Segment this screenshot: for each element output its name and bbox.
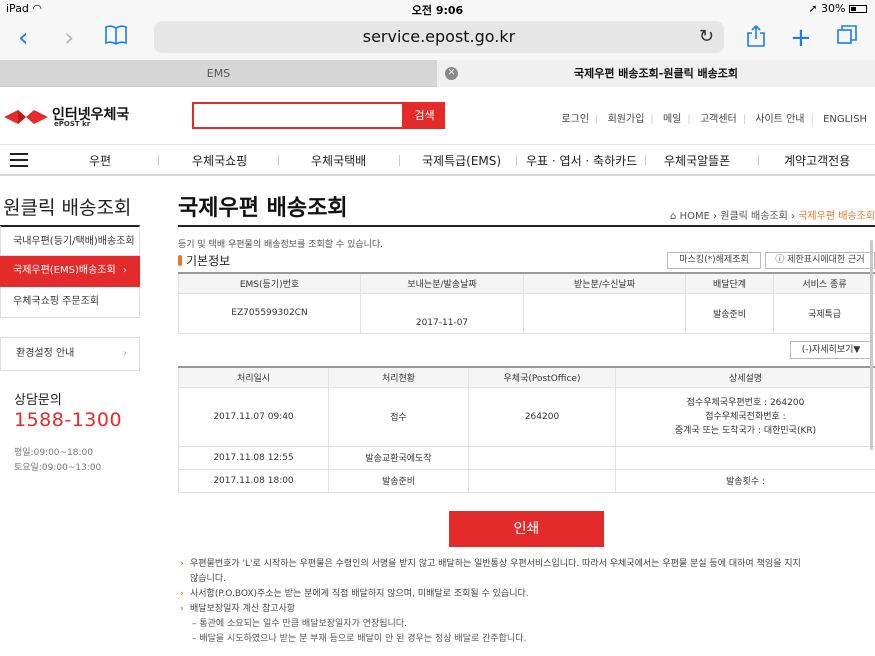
col-postoffice: 우체국(PostOffice): [468, 366, 616, 388]
receive-date: [523, 292, 686, 334]
nav-item-mail[interactable]: 우편: [89, 152, 111, 169]
tab-bar: EMS ✕ 국제우편 배송조회-원클릭 배송조회: [0, 60, 875, 87]
scrollbar[interactable]: [870, 240, 873, 450]
page-title: 국제우편 배송조회: [178, 196, 348, 221]
battery: ➚ 30%: [808, 2, 867, 15]
tab-tracking-label: 국제우편 배송조회-원클릭 배송조회: [573, 67, 739, 80]
browser-toolbar: ‹ › service.epost.go.kr ↻ +: [0, 18, 875, 60]
clock: 오전 9:06: [411, 4, 464, 17]
search-input[interactable]: [192, 102, 404, 129]
cs-hours-weekday: 평일:09:00~18:00: [14, 448, 94, 458]
nav-item-contract[interactable]: 계약고객전용: [784, 152, 850, 169]
settings-guide-link[interactable]: 환경설정 안내 ›: [0, 337, 140, 371]
search-button[interactable]: 검색: [404, 102, 445, 129]
section-title: 기본정보: [178, 252, 230, 269]
table-row: EZ705599302CN 2017-11-07 발송준비 국제특급: [178, 292, 875, 334]
breadcrumb-current: 국제우편 배송조회: [798, 211, 875, 222]
close-tab-icon[interactable]: ✕: [445, 67, 458, 80]
note-item: 사서함(P.O.BOX)주소는 받는 분에게 직접 배달하지 않으며, 미배달로…: [180, 587, 860, 602]
chevron-right-icon: ›: [123, 348, 127, 359]
nav-item-parcel[interactable]: 우체국택배: [311, 152, 366, 169]
tabs-icon[interactable]: [836, 24, 858, 52]
nav-item-shopping[interactable]: 우체국쇼핑: [192, 152, 247, 169]
breadcrumb-home[interactable]: HOME: [680, 211, 710, 222]
table-row: 2017.11.08 12:55 발송교환국에도착: [178, 445, 875, 470]
cs-title: 상담문의: [14, 393, 62, 408]
new-tab-icon[interactable]: +: [790, 24, 812, 52]
delivery-stage: 발송준비: [685, 292, 774, 334]
table-row: 2017.11.07 09:40 접수 264200 접수우체국우편번호 : 2…: [178, 386, 875, 447]
detail-table: 처리일시 처리현황 우체국(PostOffice) 상세설명 2017.11.0…: [178, 366, 875, 493]
url-text: service.epost.go.kr: [362, 27, 516, 46]
home-icon: ⌂: [670, 211, 677, 222]
sidebar-item-domestic[interactable]: 국내우편(등기/택배)배송조회: [0, 225, 140, 256]
note-item: 배달보장일자 계산 참고사항: [180, 602, 860, 617]
english-link[interactable]: ENGLISH: [823, 114, 867, 125]
bookmarks-icon[interactable]: [104, 24, 128, 54]
detail-toggle-button[interactable]: (-)자세히보기▼: [790, 341, 872, 359]
col-datetime: 처리일시: [178, 366, 329, 388]
share-icon[interactable]: [746, 24, 766, 55]
mail-link[interactable]: 메일: [663, 114, 681, 125]
nav-item-ems[interactable]: 국제특급(EMS): [422, 152, 501, 169]
cs-phone: 1588-1300: [14, 409, 123, 431]
top-links: 로그인 | 회원가입 | 메일 | 고객센터 | 사이트 안내 | ENGLISH: [561, 114, 867, 125]
col-ems-number: EMS(등기)번호: [178, 272, 361, 294]
service-type: 국제특급: [773, 292, 875, 334]
location-icon: ➚: [808, 2, 818, 15]
table-row: 2017.11.08 18:00 발송준비 발송횟수 :: [178, 468, 875, 493]
col-receiver: 받는분/수신날짜: [523, 272, 686, 294]
restriction-info-button[interactable]: ⓘ 제한표시에대한 근거: [765, 252, 875, 269]
sidebar-item-ems[interactable]: 국제우편(EMS)배송조회 ›: [0, 256, 140, 287]
main-nav: 우편 우체국쇼핑 우체국택배 국제특급(EMS) 우표 · 엽서 · 축하카드 …: [0, 144, 875, 176]
back-icon[interactable]: ‹: [18, 24, 28, 52]
reload-icon[interactable]: ↻: [699, 21, 714, 53]
nav-item-mobile[interactable]: 우체국알뜰폰: [664, 152, 730, 169]
sidebar-title: 원클릭 배송조회: [3, 197, 132, 219]
col-sender: 보내는분/발송날짜: [360, 272, 524, 294]
epost-logo-icon: [4, 110, 48, 124]
tab-tracking[interactable]: ✕ 국제우편 배송조회-원클릭 배송조회: [437, 60, 875, 87]
address-bar[interactable]: service.epost.go.kr ↻: [154, 21, 724, 53]
send-date: 2017-11-07: [360, 292, 524, 334]
col-service: 서비스 종류: [773, 272, 875, 294]
customer-center-link[interactable]: 고객센터: [700, 114, 737, 125]
nav-item-stamps[interactable]: 우표 · 엽서 · 축하카드: [526, 152, 637, 169]
print-button[interactable]: 인쇄: [449, 511, 604, 547]
notes: 우편물번호가 'L'로 시작하는 우편물은 수령인의 서명을 받지 않고 배달하…: [180, 557, 860, 647]
tab-ems[interactable]: EMS: [0, 60, 437, 87]
col-status: 처리현황: [328, 366, 469, 388]
sidebar-menu: 국내우편(등기/택배)배송조회 국제우편(EMS)배송조회 › 우체국쇼핑 주문조…: [0, 225, 140, 318]
sidebar-item-shopping[interactable]: 우체국쇼핑 주문조회: [0, 287, 140, 318]
status-bar: iPad ◠ 오전 9:06 ➚ 30%: [0, 0, 875, 18]
note-continuation: 않습니다.: [190, 574, 226, 584]
breadcrumb: ⌂ HOME › 원클릭 배송조회 › 국제우편 배송조회: [670, 211, 875, 222]
login-link[interactable]: 로그인: [561, 114, 589, 125]
note-item: 우편물번호가 'L'로 시작하는 우편물은 수령인의 서명을 받지 않고 배달하…: [180, 557, 860, 572]
unmask-button[interactable]: 마스킹(*)해제조회: [667, 252, 761, 269]
basic-info-table: EMS(등기)번호 보내는분/발송날짜 받는분/수신날짜 배달단계 서비스 종류…: [178, 272, 875, 334]
note-subitem: – 배달을 시도하였으나 받는 분 부재 등으로 배달이 안 된 경우는 정상 …: [192, 634, 527, 644]
signup-link[interactable]: 회원가입: [608, 114, 645, 125]
title-divider: [178, 225, 875, 227]
cs-hours-saturday: 토요일:09:00~13:00: [14, 463, 102, 473]
forward-icon[interactable]: ›: [64, 24, 74, 52]
col-description: 상세설명: [615, 366, 875, 388]
chevron-right-icon: ›: [123, 265, 127, 276]
page-description: 등기 및 택배 우편물의 배송정보를 조회할 수 있습니다.: [178, 240, 384, 250]
site-guide-link[interactable]: 사이트 안내: [755, 114, 804, 125]
breadcrumb-oneclick[interactable]: 원클릭 배송조회: [720, 211, 788, 222]
ems-number: EZ705599302CN: [178, 292, 361, 334]
hamburger-menu-icon[interactable]: [10, 153, 28, 167]
battery-icon: [849, 5, 867, 13]
note-subitem: – 통관에 소요되는 일수 만큼 배달보장일자가 연장됩니다.: [192, 619, 407, 629]
col-stage: 배달단계: [685, 272, 774, 294]
